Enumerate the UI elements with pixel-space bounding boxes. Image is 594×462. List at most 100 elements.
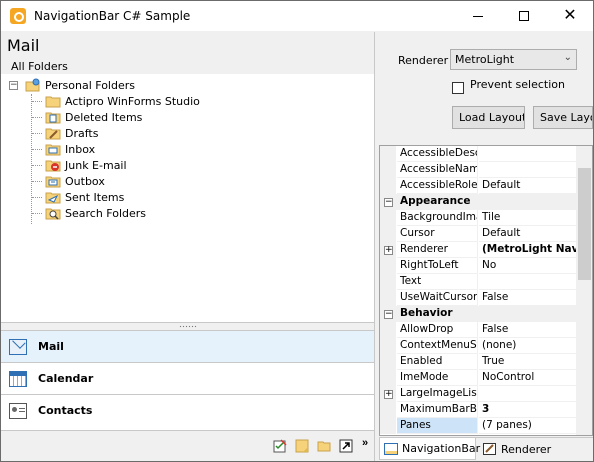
tab-renderer[interactable]: Renderer [479,438,555,460]
renderer-select-value: MetroLight [455,53,515,66]
tree-item-drafts[interactable]: Drafts [45,125,98,141]
property-name: AccessibleRole [397,178,478,194]
mail-icon [9,338,27,355]
row-gutter [380,322,396,338]
tree-item-inbox[interactable]: Inbox [45,141,95,157]
tree-item-actipro-winforms-studio[interactable]: Actipro WinForms Studio [45,93,200,109]
row-gutter: + [380,242,396,258]
property-value[interactable]: NoControl [479,370,576,386]
save-layout-button[interactable]: Save Layout [533,106,593,129]
tree-item-outbox[interactable]: Outbox [45,173,105,189]
tree-item-deleted-items[interactable]: Deleted Items [45,109,142,125]
property-value[interactable]: 3 [479,402,576,418]
row-gutter: + [380,386,396,402]
property-row-accessiblerole[interactable]: AccessibleRole Default [380,178,576,194]
tree-root-personal-folders[interactable]: Personal Folders [25,77,135,93]
property-row-text[interactable]: Text [380,274,576,290]
property-value[interactable] [479,146,576,162]
tree-connector [32,181,42,182]
nav-button-contacts[interactable]: Contacts [1,394,374,426]
property-row-accessiblename[interactable]: AccessibleName [380,162,576,178]
property-value[interactable]: (7 panes) [479,418,576,434]
row-gutter [380,210,396,226]
scrollbar-thumb[interactable] [578,168,591,280]
property-row-backgroundimage[interactable]: BackgroundImag Tile [380,210,576,226]
category-row-behavior[interactable]: − Behavior [380,306,576,322]
category-row-appearance[interactable]: − Appearance [380,194,576,210]
property-expand-toggle[interactable]: + [384,246,393,255]
property-row-panes[interactable]: Panes (7 panes) [380,418,576,434]
property-grid-scrollbar[interactable] [576,146,592,435]
prevent-selection-label[interactable]: Prevent selection [470,78,565,91]
maximize-button[interactable] [501,1,547,31]
tree-item-sent-items[interactable]: Sent Items [45,189,124,205]
property-value[interactable] [479,274,576,290]
app-icon [10,8,26,24]
property-grid: AccessibleDescri AccessibleName Accessib… [379,145,593,436]
property-expand-toggle[interactable]: + [384,390,393,399]
property-row-enabled[interactable]: Enabled True [380,354,576,370]
notes-icon[interactable] [295,439,309,453]
load-layout-button[interactable]: Load Layout [452,106,525,129]
property-row-allowdrop[interactable]: AllowDrop False [380,322,576,338]
property-row-renderer[interactable]: + Renderer (MetroLight Navig [380,242,576,258]
property-value[interactable]: (MetroLight Navig [479,242,576,258]
tree-collapse-toggle[interactable]: − [9,81,18,90]
property-value[interactable]: No [479,258,576,274]
prevent-selection-checkbox[interactable] [452,82,464,94]
property-row-contextmenustrip[interactable]: ContextMenuStri (none) [380,338,576,354]
property-row-righttoleft[interactable]: RightToLeft No [380,258,576,274]
tab-navigationbar[interactable]: NavigationBar [379,438,480,460]
renderer-icon [483,443,497,455]
property-row-cursor[interactable]: Cursor Default [380,226,576,242]
property-name: Renderer [397,242,478,258]
property-value[interactable]: False [479,290,576,306]
property-name: Text [397,274,478,290]
property-row-accessibledescription[interactable]: AccessibleDescri [380,146,576,162]
close-button[interactable]: ✕ [547,1,593,31]
navigationbar-icon [384,442,398,455]
minimize-button[interactable] [455,1,501,31]
tree-connector [31,94,32,224]
window-title: NavigationBar C# Sample [34,9,191,23]
property-row-usewaitcursor[interactable]: UseWaitCursor False [380,290,576,306]
property-value[interactable]: True [479,354,576,370]
shortcuts-icon[interactable] [339,439,353,453]
tree-connector [32,133,42,134]
property-value[interactable]: False [479,322,576,338]
chevron-down-icon: ⌄ [563,52,572,63]
property-value[interactable] [479,386,576,402]
minimize-icon [473,15,483,17]
row-gutter [380,338,396,354]
tree-item-label: Junk E-mail [65,158,127,172]
renderer-select[interactable]: MetroLight ⌄ [450,49,577,70]
property-value[interactable]: Tile [479,210,576,226]
property-name: LargeImageList [397,386,478,402]
tab-label: NavigationBar [402,442,481,455]
splitter-grip-icon [179,325,197,328]
property-name: AllowDrop [397,322,478,338]
category-collapse-toggle[interactable]: − [384,198,393,207]
property-value[interactable]: Default [479,178,576,194]
property-name: Cursor [397,226,478,242]
nav-pane-subtitle: All Folders [11,60,68,73]
property-value[interactable]: Default [479,226,576,242]
close-icon: ✕ [563,7,577,24]
property-row-largeimagelist[interactable]: + LargeImageList [380,386,576,402]
nav-button-mail[interactable]: Mail [1,330,374,362]
nav-button-calendar[interactable]: Calendar [1,362,374,394]
property-name: UseWaitCursor [397,290,478,306]
property-row-maximumbarbuttons[interactable]: MaximumBarButt 3 [380,402,576,418]
property-value[interactable] [479,162,576,178]
property-value[interactable]: (none) [479,338,576,354]
property-row-imemode[interactable]: ImeMode NoControl [380,370,576,386]
configure-buttons-chevron[interactable]: » [362,437,368,449]
tree-item-junk-email[interactable]: Junk E-mail [45,157,127,173]
folder-list-icon[interactable] [317,439,331,453]
tree-item-label: Deleted Items [65,110,143,124]
tree-item-search-folders[interactable]: Search Folders [45,205,146,221]
pane-splitter[interactable] [1,322,374,330]
tasks-icon[interactable] [273,439,287,453]
calendar-icon [9,370,27,387]
category-collapse-toggle[interactable]: − [384,310,393,319]
